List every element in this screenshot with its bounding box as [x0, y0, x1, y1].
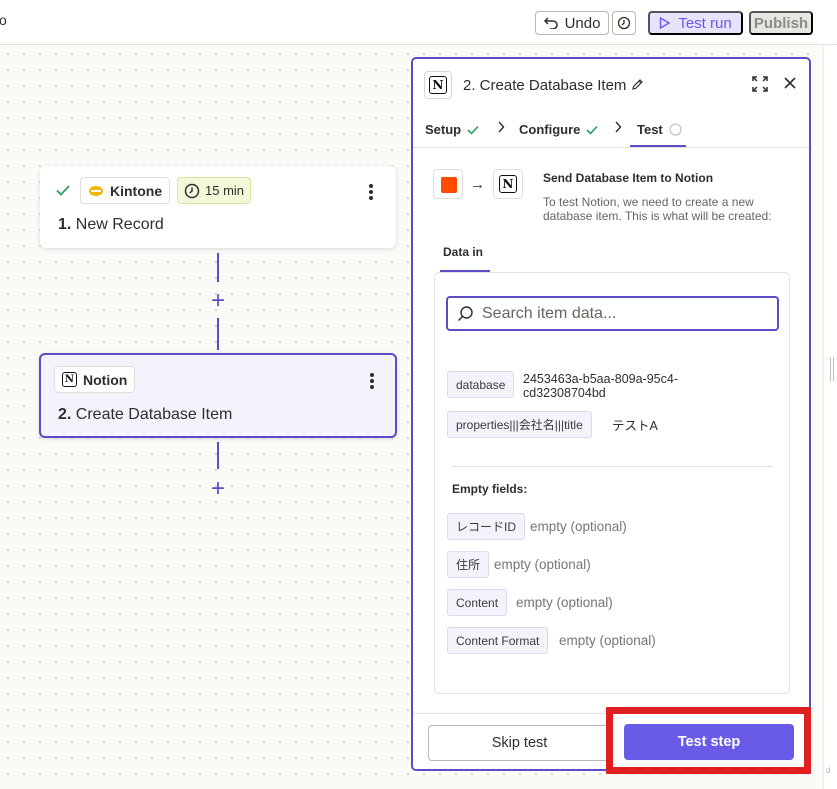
step-tabs: Setup Configure Test [413, 111, 809, 148]
notion-logo-icon: N [62, 372, 77, 387]
right-edge-strip: d [823, 46, 837, 789]
field-key: database [447, 371, 515, 398]
tab-label: Setup [425, 122, 462, 137]
connector-line [217, 318, 219, 350]
arrow-right-icon: → [470, 176, 485, 193]
field-empty-value: empty (optional) [516, 595, 613, 610]
undo-label: Undo [564, 14, 601, 32]
connector-line [217, 442, 219, 469]
app-name: Notion [83, 371, 128, 388]
step-title: 1. New Record [58, 216, 164, 234]
search-icon [458, 306, 473, 321]
expand-icon[interactable] [752, 76, 768, 92]
search-box[interactable] [446, 296, 779, 331]
step-card-trigger[interactable]: Kintone 15 min 1. New Record [40, 166, 396, 248]
field-key: 住所 [447, 551, 490, 578]
tab-setup[interactable]: Setup [425, 122, 479, 137]
field-empty-value: empty (optional) [559, 633, 656, 648]
divider [452, 466, 773, 467]
add-step-plus-icon[interactable]: + [208, 289, 228, 313]
notion-logo-icon: N [499, 175, 517, 193]
step-editor-panel: N 2. Create Database Item Setup Configur… [411, 57, 811, 771]
step-title-text: New Record [75, 216, 164, 233]
kintone-logo-icon [89, 185, 103, 196]
step-number: 1. [58, 216, 72, 233]
field-value: 2453463a-b5aa-809a-95c4-cd32308704bd [523, 372, 678, 400]
notion-app-icon: N [493, 169, 523, 199]
step-title: 2. Create Database Item [58, 406, 232, 424]
tab-configure[interactable]: Configure [519, 122, 598, 137]
resize-grip-icon[interactable] [830, 357, 834, 381]
close-icon[interactable] [783, 76, 797, 90]
field-value: テストA [612, 419, 658, 433]
field-key: Content [447, 589, 508, 616]
step-card-action-selected[interactable]: N Notion 2. Create Database Item [39, 353, 397, 438]
clock-icon [184, 183, 200, 198]
step-menu-kebab-icon[interactable] [363, 181, 379, 203]
panel-title[interactable]: 2. Create Database Item [463, 77, 626, 94]
data-in-panel: database 2453463a-b5aa-809a-95c4-cd32308… [434, 272, 790, 694]
test-step-button[interactable]: Test step [624, 724, 794, 760]
tab-data-in[interactable]: Data in [443, 245, 483, 259]
action-description: To test Notion, we need to create a new … [543, 195, 772, 223]
undo-button[interactable]: Undo [535, 11, 609, 35]
step-menu-kebab-icon[interactable] [364, 370, 380, 392]
field-empty-value: empty (optional) [530, 519, 627, 534]
search-input[interactable] [482, 304, 762, 323]
app-chip-notion: N Notion [54, 366, 136, 393]
field-key: properties|||会社名|||title [447, 411, 592, 438]
field-key: Content Format [447, 627, 549, 654]
play-icon [660, 17, 671, 29]
chevron-right-icon [498, 121, 505, 133]
action-title: Send Database Item to Notion [543, 171, 714, 185]
check-icon [586, 125, 598, 135]
field-empty-value: empty (optional) [494, 557, 591, 572]
zapier-logo-icon [433, 169, 463, 199]
edge-text-fragment: d [826, 766, 831, 775]
app-chip-kintone: Kintone [80, 177, 171, 204]
truncated-title-fragment: o [0, 12, 7, 28]
panel-footer: Skip test Test step [413, 713, 809, 769]
connector-line [217, 253, 219, 282]
panel-header: N 2. Create Database Item [413, 59, 809, 111]
field-key: レコードID [447, 513, 526, 540]
tab-label: Configure [519, 122, 581, 137]
chevron-right-icon [615, 121, 622, 133]
tab-test[interactable]: Test [637, 122, 682, 137]
notion-logo-icon: N [429, 76, 447, 94]
publish-button[interactable]: Publish [749, 11, 813, 35]
schedule-chip: 15 min [177, 177, 252, 204]
step-number: 2. [58, 406, 72, 423]
empty-fields-heading: Empty fields: [452, 482, 528, 496]
add-step-plus-icon[interactable]: + [208, 477, 228, 501]
publish-label: Publish [753, 14, 809, 32]
skip-test-button[interactable]: Skip test [428, 725, 611, 761]
undo-icon [543, 17, 558, 29]
schedule-text: 15 min [205, 183, 245, 198]
pencil-icon[interactable] [631, 78, 644, 91]
history-clock-icon [617, 16, 631, 30]
app-name: Kintone [110, 182, 163, 199]
active-tab-indicator [630, 145, 686, 147]
top-bar: o Undo Test run Publish [0, 0, 837, 45]
tab-label: Test [637, 122, 663, 137]
test-run-button[interactable]: Test run [648, 11, 743, 35]
step-title-text: Create Database Item [75, 406, 233, 423]
version-history-button[interactable] [612, 11, 636, 35]
panel-app-icon: N [424, 71, 452, 99]
check-icon [467, 125, 479, 135]
pending-circle-icon [669, 123, 682, 136]
test-run-label: Test run [678, 14, 732, 32]
check-icon [56, 185, 70, 196]
